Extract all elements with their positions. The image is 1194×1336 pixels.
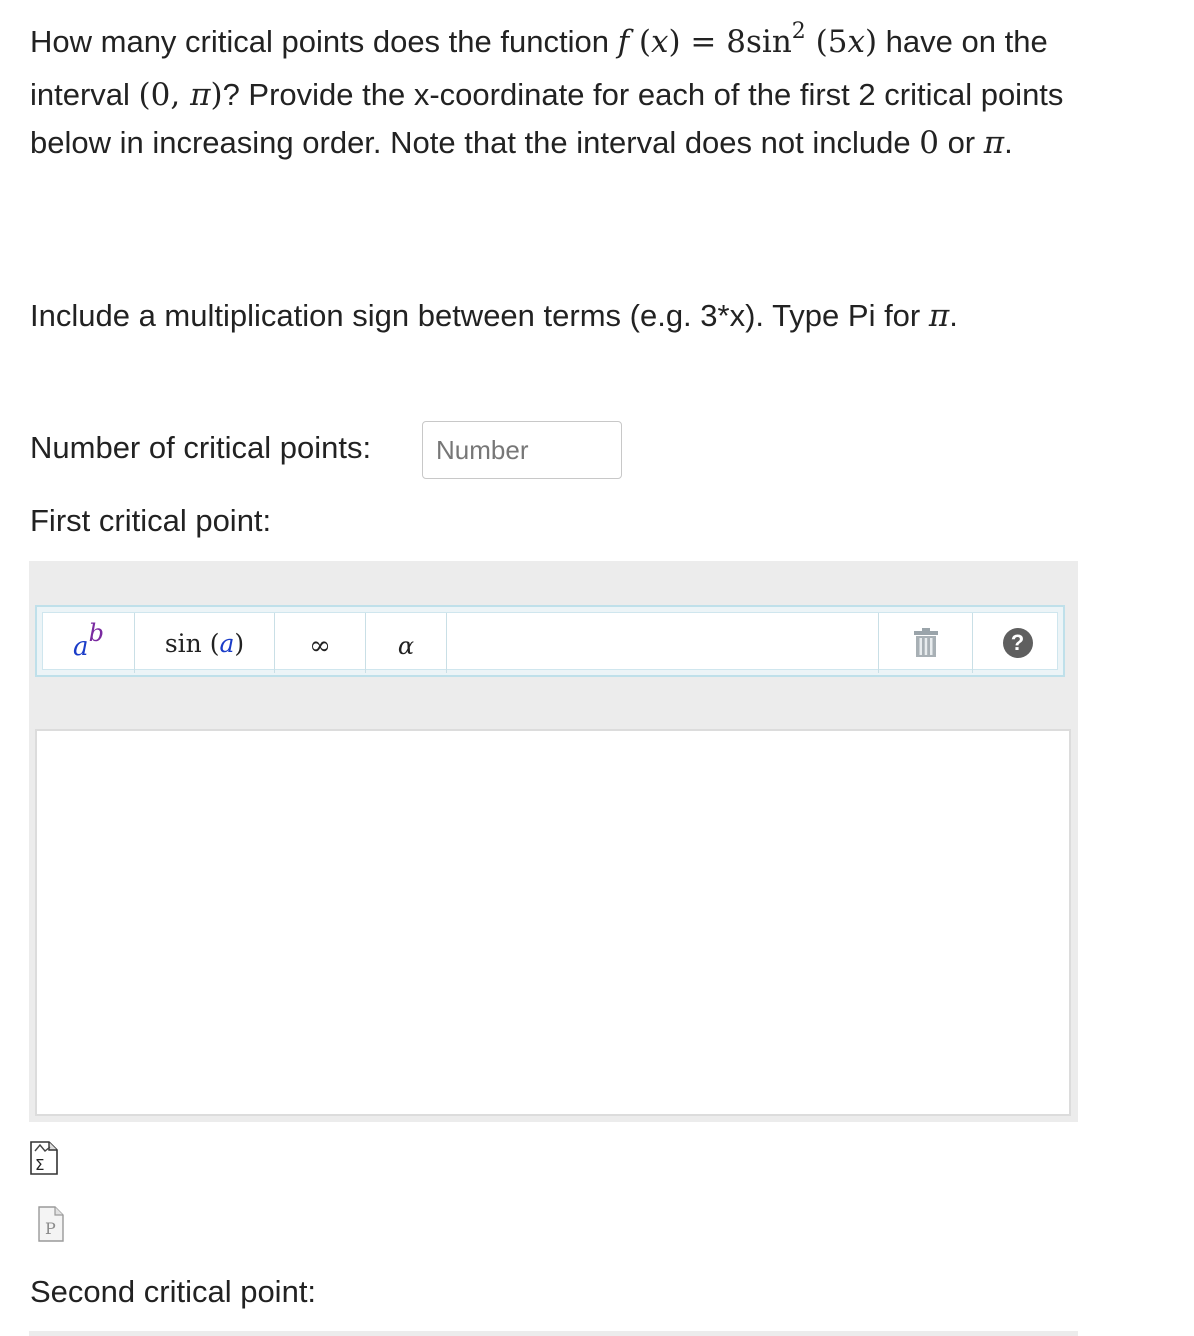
math-editor-panel: ab sin (a) ∞ α ? (29, 561, 1078, 1122)
sin-template-icon: sin (a) (164, 628, 245, 658)
power-template-icon: ab (73, 619, 104, 662)
greek-letters-button[interactable]: α (366, 613, 447, 673)
math-toolbar-inner: ab sin (a) ∞ α ? (42, 612, 1058, 673)
interval-expression: (0, π) (138, 76, 223, 113)
help-button[interactable]: ? (972, 613, 1062, 673)
power-template-button[interactable]: ab (43, 613, 135, 673)
question-text: How many critical points does the functi… (30, 19, 1064, 161)
svg-text:Σ: Σ (35, 1156, 44, 1174)
first-critical-point-label: First critical point: (30, 503, 272, 538)
alpha-icon: α (397, 632, 415, 660)
infinity-button[interactable]: ∞ (275, 613, 366, 673)
num-critical-points-input[interactable] (422, 421, 622, 479)
math-toolbar: ab sin (a) ∞ α ? (35, 605, 1065, 677)
sigma-doc-icon[interactable]: Σ (30, 1141, 58, 1175)
function-expression: f (x) = 8sin2 (5x) (617, 19, 878, 60)
second-critical-point-editor-edge (29, 1331, 1078, 1336)
instruction-text: Include a multiplication sign between te… (30, 298, 958, 334)
svg-text:P: P (45, 1219, 56, 1238)
clear-button[interactable] (878, 613, 972, 673)
second-critical-point-label: Second critical point: (30, 1274, 317, 1309)
help-icon: ? (1002, 628, 1033, 658)
first-critical-point-editor[interactable] (35, 729, 1071, 1116)
num-critical-points-label: Number of critical points: (30, 430, 372, 465)
sin-template-button[interactable]: sin (a) (135, 613, 275, 673)
doc-icon[interactable]: P (38, 1206, 64, 1242)
trash-icon (913, 628, 938, 657)
infinity-icon: ∞ (309, 631, 331, 661)
